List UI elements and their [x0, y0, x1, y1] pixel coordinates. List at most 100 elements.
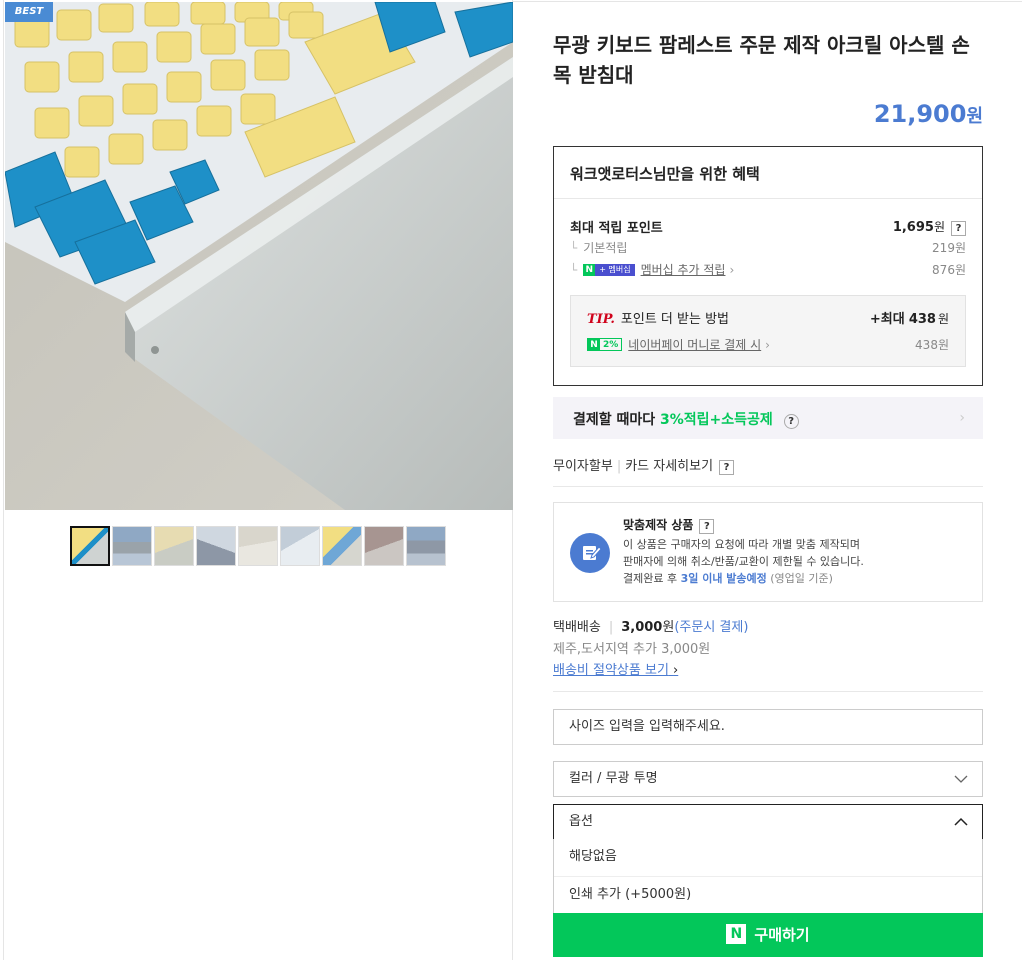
custom-title-row: 맞춤제작 상품? [623, 517, 864, 534]
max-points-row: 최대 적립 포인트 1,695원? [570, 217, 966, 236]
edit-document-icon [570, 533, 610, 573]
chevron-down-icon [954, 762, 968, 809]
shipping-saving-link[interactable]: 배송비 절약상품 보기 › [553, 659, 678, 678]
shipping-row: 택배배송 | 3,000원(주문시 결제) [553, 616, 748, 635]
shipping-extra: 제주,도서지역 추가 3,000원 [553, 642, 711, 657]
shipping-type: 택배배송 [553, 620, 601, 635]
tip-max-prefix: +최대 [869, 312, 905, 327]
tip-heading: TIP. 포인트 더 받는 방법 [587, 308, 729, 327]
tip-max: +최대 438 원 [870, 308, 949, 327]
naver-n-icon: N [583, 263, 596, 276]
installment-row: 무이자할부 | 카드 자세히보기? [553, 455, 735, 475]
chevron-right-icon: › [765, 337, 770, 352]
option-select[interactable]: 옵션 [553, 804, 983, 840]
thumbnail-9[interactable] [406, 526, 446, 566]
max-points-label: 최대 적립 포인트 [570, 221, 663, 236]
custom-line3-prefix: 결제완료 후 [623, 572, 678, 585]
help-icon[interactable]: ? [699, 519, 715, 534]
card-banner-prefix: 결제할 때마다 [573, 412, 656, 428]
base-points-value: 219원 [932, 241, 966, 255]
buy-label: 구매하기 [754, 926, 810, 944]
help-icon[interactable]: ? [951, 220, 966, 236]
thumbnail-strip [70, 526, 446, 566]
tip-word: TIP. [587, 312, 615, 327]
chevron-right-icon: › [729, 262, 735, 277]
option-item[interactable]: 인쇄 추가 (+5000원) [554, 876, 982, 913]
card-detail-link[interactable]: 카드 자세히보기 [625, 459, 713, 474]
membership-badge-label: + 멤버십 [595, 263, 635, 276]
custom-line3-suffix: (영업일 기준) [770, 572, 833, 585]
help-icon[interactable]: ? [783, 414, 799, 429]
keyboard-photo [5, 2, 513, 510]
base-points-row: └ 기본적립 219원 [570, 239, 966, 256]
buy-button[interactable]: N 구매하기 [553, 913, 983, 957]
divider [553, 486, 983, 487]
shipping-saving-label: 배송비 절약상품 보기 [553, 663, 669, 678]
tip-max-unit: 원 [937, 312, 949, 326]
naver-n-icon: N [726, 923, 747, 944]
shipping-note: (주문시 결제) [674, 620, 749, 635]
benefit-title: 워크앳로터스님만을 위한 혜택 [554, 147, 982, 199]
base-points-label-wrap: └ 기본적립 [570, 239, 627, 256]
npay-money-label-wrap: N 2% 네이버페이 머니로 결제 시 › [587, 336, 770, 353]
tip-max-value: 438 [908, 312, 936, 327]
thumbnail-6[interactable] [280, 526, 320, 566]
card-benefit-banner[interactable]: 결제할 때마다 3%적립+소득공제 ? › [553, 397, 983, 439]
installment-link[interactable]: 무이자할부 [553, 459, 613, 474]
custom-notice-text: 맞춤제작 상품? 이 상품은 구매자의 요청에 따라 개별 맞춤 제작되며 판매… [623, 517, 864, 587]
main-product-image[interactable]: BEST [5, 2, 513, 510]
naver-n-icon: N [588, 338, 600, 351]
option-item[interactable]: 해당없음 [554, 839, 982, 876]
separator: | [608, 620, 614, 635]
member-points-link[interactable]: 멤버십 추가 적립 [641, 261, 726, 278]
best-badge: BEST [5, 2, 53, 22]
thumbnail-2[interactable] [112, 526, 152, 566]
tip-row: TIP. 포인트 더 받는 방법 +최대 438 원 [587, 308, 949, 327]
chevron-right-icon: › [959, 410, 965, 426]
max-points-amount: 1,695원? [893, 218, 966, 236]
tree-branch-icon: └ [570, 262, 578, 277]
naver-membership-badge: N + 멤버십 [583, 263, 635, 276]
custom-line1: 이 상품은 구매자의 요청에 따라 개별 맞춤 제작되며 [623, 538, 860, 551]
shipping-unit: 원 [662, 620, 675, 635]
color-select-value: 컬러 / 무광 투명 [569, 771, 658, 786]
custom-title: 맞춤제작 상품 [623, 518, 694, 532]
thumbnail-1[interactable] [70, 526, 110, 566]
price-value: 21,900 [873, 100, 967, 128]
thumbnail-7[interactable] [322, 526, 362, 566]
custom-made-notice: 맞춤제작 상품? 이 상품은 구매자의 요청에 따라 개별 맞춤 제작되며 판매… [553, 502, 983, 602]
product-price: 21,900원 [874, 100, 983, 128]
thumbnail-5[interactable] [238, 526, 278, 566]
custom-line3: 결제완료 후 3일 이내 발송예정 (영업일 기준) [623, 570, 864, 587]
product-title: 무광 키보드 팜레스트 주문 제작 아크릴 아스텔 손목 받침대 [553, 33, 970, 87]
max-points-value: 1,695 [892, 219, 934, 235]
custom-line2: 판매자에 의해 취소/반품/교환이 제한될 수 있습니다. [623, 555, 864, 568]
card-banner-highlight: 3%적립+소득공제 [660, 412, 773, 428]
custom-line3-blue: 3일 이내 발송예정 [680, 572, 767, 585]
npay-percent: 2% [603, 339, 619, 350]
shipping-amount: 3,000 [621, 620, 663, 635]
option-dropdown-list: 해당없음 인쇄 추가 (+5000원) [553, 839, 983, 914]
benefit-box: 워크앳로터스님만을 위한 혜택 최대 적립 포인트 1,695원? └ 기본적립 … [553, 146, 983, 386]
thumbnail-4[interactable] [196, 526, 236, 566]
base-points-label: 기본적립 [583, 241, 628, 255]
thumbnail-3[interactable] [154, 526, 194, 566]
tip-box: TIP. 포인트 더 받는 방법 +최대 438 원 N 2% 네이버페이 머니로 결… [570, 295, 966, 367]
color-select[interactable]: 컬러 / 무광 투명 [553, 761, 983, 797]
help-icon[interactable]: ? [719, 460, 735, 475]
max-points-unit: 원 [933, 219, 945, 234]
divider [553, 691, 983, 692]
thumbnail-8[interactable] [364, 526, 404, 566]
npay-percent-badge: N 2% [587, 338, 623, 351]
member-points-row: └ N + 멤버십 멤버십 추가 적립 › 876원 [570, 261, 966, 278]
tip-label: 포인트 더 받는 방법 [620, 312, 729, 327]
npay-money-link[interactable]: 네이버페이 머니로 결제 시 [628, 336, 761, 353]
member-points-label-wrap: └ N + 멤버십 멤버십 추가 적립 › [570, 261, 734, 278]
member-points-value: 876원 [932, 263, 966, 277]
price-unit: 원 [966, 106, 983, 127]
npay-money-value: 438원 [915, 338, 949, 352]
npay-money-row: N 2% 네이버페이 머니로 결제 시 › 438원 [587, 336, 949, 353]
product-gallery: BEST [3, 0, 513, 960]
option-select-value: 옵션 [569, 814, 593, 829]
size-input[interactable]: 사이즈 입력을 입력해주세요. [553, 709, 983, 745]
